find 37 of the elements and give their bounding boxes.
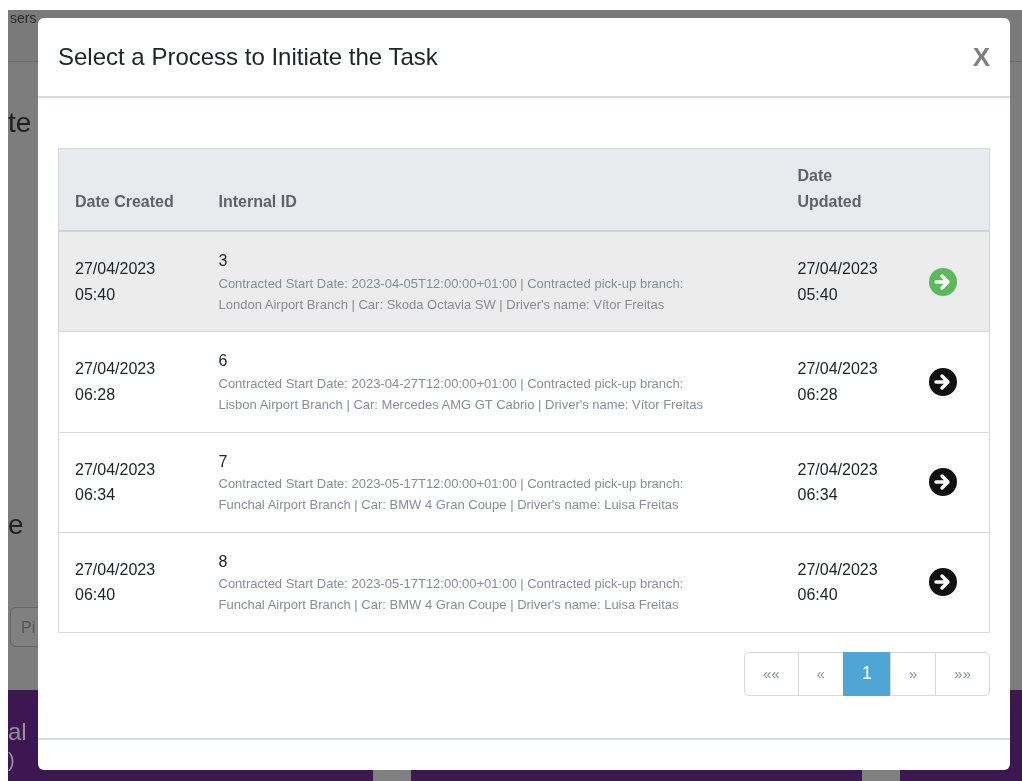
- nav-link[interactable]: sers: [10, 10, 37, 61]
- page-button[interactable]: »»: [935, 651, 990, 696]
- date-updated-text: 27/04/2023 06:34: [797, 459, 879, 506]
- page-button[interactable]: 1: [842, 651, 891, 696]
- process-details-text: Contracted Start Date: 2023-04-27T12:00:00+01:00 | Contracted pick-up branch: Lisbon Airport Branch | Car: Mercedes AMG GT Cabrio | Driver's name: Vítor Freitas: [218, 374, 704, 414]
- internal-id-text: 3: [218, 251, 229, 272]
- page-button[interactable]: »: [889, 651, 937, 696]
- table-row[interactable]: 27/04/2023 06:40 8 Contracted Start Date: 2023-05-17T12:00:00+01:00 | Contracted pick-up branch: Funchal Airport Branch | Car: BMW 4 Gran Coupe | Driver's name: Luisa Freitas 27/04/2023 06:40: [58, 532, 990, 633]
- date-created-text: 27/04/2023 06:34: [75, 459, 157, 506]
- column-header: Date Updated: [781, 148, 928, 232]
- arrow-circle-icon[interactable]: [927, 366, 958, 397]
- modal-title: Select a Process to Initiate the Task: [58, 42, 438, 72]
- date-created-text: 27/04/2023 06:40: [75, 559, 157, 606]
- close-button[interactable]: X: [972, 44, 990, 70]
- date-updated-text: 27/04/2023 06:40: [797, 559, 879, 606]
- process-details-text: Contracted Start Date: 2023-04-05T12:00:00+01:00 | Contracted pick-up branch: London Airport Branch | Car: Skoda Octavia SW | Driver's name: Vítor Freitas: [218, 274, 685, 314]
- internal-id-text: 6: [218, 351, 229, 372]
- footer-text: ): [8, 750, 15, 770]
- internal-id-text: 8: [218, 551, 229, 572]
- page-button[interactable]: ««: [743, 651, 799, 696]
- section-heading: e: [8, 509, 24, 540]
- internal-id-text: 7: [218, 451, 229, 472]
- column-header: Date Created: [58, 148, 203, 232]
- arrow-circle-icon[interactable]: [927, 467, 958, 498]
- process-details-text: Contracted Start Date: 2023-05-17T12:00:00+01:00 | Contracted pick-up branch: Funchal Airport Branch | Car: BMW 4 Gran Coupe | Driver's name: Luisa Freitas: [218, 475, 685, 514]
- date-created-text: 27/04/2023 06:28: [75, 359, 157, 405]
- section-heading: te: [8, 107, 32, 138]
- column-header: Internal ID: [202, 148, 782, 232]
- date-updated-text: 27/04/2023 06:28: [797, 359, 879, 405]
- table-row[interactable]: 27/04/2023 06:28 6 Contracted Start Date: 2023-04-27T12:00:00+01:00 | Contracted pick-up branch: Lisbon Airport Branch | Car: Mercedes AMG GT Cabrio | Driver's name: Vítor Freitas 27/04/2023 06:28: [58, 331, 990, 433]
- arrow-circle-icon[interactable]: [927, 567, 958, 598]
- process-details-text: Contracted Start Date: 2023-05-17T12:00:00+01:00 | Contracted pick-up branch: Funchal Airport Branch | Car: BMW 4 Gran Coupe | Driver's name: Luisa Freitas: [218, 575, 685, 615]
- date-created-text: 27/04/2023 05:40: [75, 259, 157, 305]
- page-button[interactable]: «: [797, 651, 844, 696]
- date-updated-text: 27/04/2023 05:40: [797, 259, 879, 305]
- table-row[interactable]: 27/04/2023 06:34 7 Contracted Start Date: 2023-05-17T12:00:00+01:00 | Contracted pick-up branch: Funchal Airport Branch | Car: BMW 4 Gran Coupe | Driver's name: Luisa Freitas 27/04/2023 06:34: [58, 432, 990, 533]
- footer-text: al: [8, 720, 27, 744]
